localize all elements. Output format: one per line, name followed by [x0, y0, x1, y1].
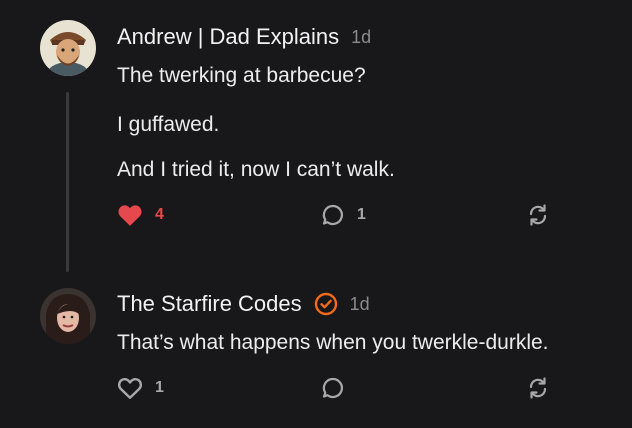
- comment-bubble-icon: [322, 377, 343, 399]
- comment-header: The Starfire Codes 1d: [117, 291, 370, 317]
- author-name[interactable]: The Starfire Codes: [117, 291, 302, 317]
- restack-button[interactable]: [526, 376, 550, 400]
- heart-icon: [117, 377, 143, 399]
- avatar-photo: [40, 288, 96, 344]
- comment-paragraph: That’s what happens when you twerkle-dur…: [117, 331, 549, 354]
- verified-badge-icon: [314, 292, 337, 316]
- like-count: 1: [155, 379, 164, 396]
- comment-actions: 1: [117, 376, 557, 406]
- comment: The Starfire Codes 1d That’s what happen…: [0, 0, 632, 428]
- like-button[interactable]: 1: [117, 376, 164, 400]
- restack-icon: [529, 377, 547, 399]
- reply-button[interactable]: [321, 376, 345, 400]
- timestamp[interactable]: 1d: [350, 294, 370, 315]
- avatar[interactable]: [40, 288, 96, 344]
